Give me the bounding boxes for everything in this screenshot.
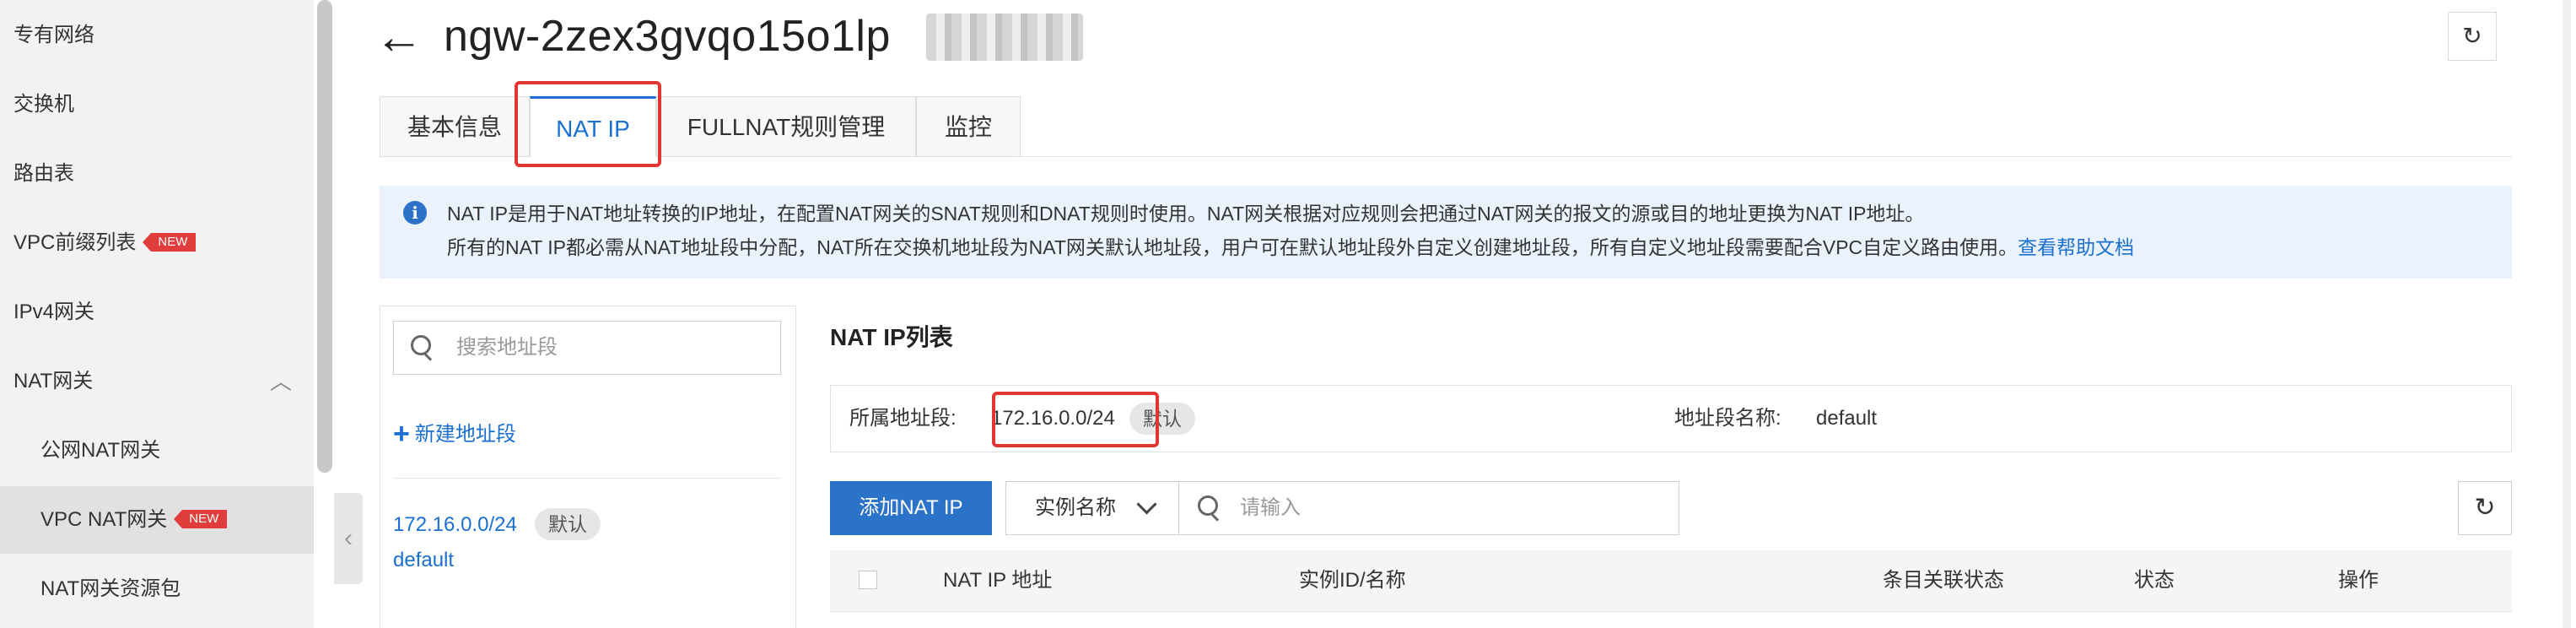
segment-label: 所属地址段: [849,407,957,430]
filter-placeholder: 请输入 [1240,496,1301,519]
redacted-region [926,14,1083,61]
sidebar-item-vpc[interactable]: 专有网络 [0,2,314,69]
sidebar-item-nat-package[interactable]: NAT网关资源包 [0,555,314,623]
new-segment-button[interactable]: + 新建地址段 [393,417,516,452]
highlight-box [515,81,661,167]
chevron-up-icon[interactable]: ︿ [270,348,292,415]
sidebar-item-label: 专有网络 [13,24,94,46]
column-header[interactable]: 条目关联状态 [1883,550,2004,611]
info-text-line1: NAT IP是用于NAT地址转换的IP地址，在配置NAT网关的SNAT规则和DN… [447,203,1925,225]
table-header: NAT IP 地址 实例ID/名称 条目关联状态 状态 操作 [830,550,2512,612]
refresh-icon[interactable]: ↻ [2448,12,2497,61]
sidebar-item-prefix-list[interactable]: VPC前缀列表 NEW [0,209,314,277]
page-scrollbar[interactable] [2563,0,2571,628]
sidebar-item-ipv4-gateway[interactable]: IPv4网关 [0,279,314,346]
sidebar-item-label: 路由表 [13,162,74,185]
plus-icon: + [393,418,410,450]
info-banner: i NAT IP是用于NAT地址转换的IP地址，在配置NAT网关的SNAT规则和… [380,186,2512,279]
sidebar-scrollbar[interactable] [317,0,332,473]
sidebar-item-public-nat[interactable]: 公网NAT网关 [0,417,314,485]
info-text-line2: 所有的NAT IP都必需从NAT地址段中分配，NAT所在交换机地址段为NAT网关… [447,235,2134,260]
sidebar-item-label: IPv4网关 [13,300,95,323]
select-all-checkbox[interactable] [859,571,877,589]
chevron-down-icon [1136,494,1157,515]
default-tag: 默认 [535,508,601,540]
segment-name-value: default [1816,407,1878,430]
info-text: 所有的NAT IP都必需从NAT地址段中分配，NAT所在交换机地址段为NAT网关… [447,236,2018,258]
add-nat-ip-button[interactable]: 添加NAT IP [830,481,992,535]
sidebar-item-label: 交换机 [13,93,74,116]
collapse-sidebar-icon[interactable]: ‹ [334,493,363,584]
search-icon [411,335,431,355]
list-title: NAT IP列表 [830,324,953,350]
sidebar-item-route-table[interactable]: 路由表 [0,140,314,208]
info-icon: i [403,201,427,225]
new-segment-label: 新建地址段 [414,423,516,446]
segment-name[interactable]: default [393,545,454,576]
new-badge: NEW [143,232,197,252]
new-badge: NEW [174,509,228,528]
segment-name-label: 地址段名称: [1674,407,1781,430]
column-header[interactable]: 状态 [2134,550,2175,611]
column-header[interactable]: 实例ID/名称 [1299,550,1406,611]
sidebar-item-label: NAT网关资源包 [40,577,181,600]
filter-input[interactable]: 请输入 [1178,481,1679,535]
refresh-icon[interactable]: ↻ [2458,481,2512,535]
sidebar-item-label: VPC前缀列表 [13,231,137,254]
tab-fullnat-rules[interactable]: FULLNAT规则管理 [656,96,916,157]
sidebar-item-label: NAT网关 [13,370,94,392]
highlight-box [992,392,1159,447]
search-placeholder: 搜索地址段 [456,336,558,359]
sidebar-item-nat-gateway[interactable]: NAT网关 ︿ [0,348,314,415]
filter-select[interactable]: 实例名称 [1005,481,1179,535]
segment-cidr[interactable]: 172.16.0.0/24 [393,510,517,540]
sidebar-item-label: 公网NAT网关 [40,439,161,462]
tab-basic-info[interactable]: 基本信息 [380,96,530,157]
segment-search-input[interactable]: 搜索地址段 [393,321,781,375]
tab-monitor[interactable]: 监控 [916,96,1021,157]
column-header[interactable]: NAT IP 地址 [943,550,1052,611]
sidebar-item-label: VPC NAT网关 [40,508,168,531]
back-arrow-icon[interactable]: ← [375,12,423,62]
filter-select-value: 实例名称 [1035,496,1116,519]
page-title: ngw-2zex3gvqo15o1lp [444,12,891,61]
search-icon [1198,495,1218,516]
sidebar: 专有网络 交换机 路由表 VPC前缀列表 NEW IPv4网关 NAT网关 ︿ 公网… [0,0,314,628]
column-header[interactable]: 操作 [2338,550,2379,611]
tab-divider [1012,156,2512,157]
help-doc-link[interactable]: 查看帮助文档 [2018,236,2134,258]
sidebar-item-vswitch[interactable]: 交换机 [0,71,314,138]
divider [393,478,781,479]
sidebar-item-vpc-nat[interactable]: VPC NAT网关 NEW [0,486,314,554]
